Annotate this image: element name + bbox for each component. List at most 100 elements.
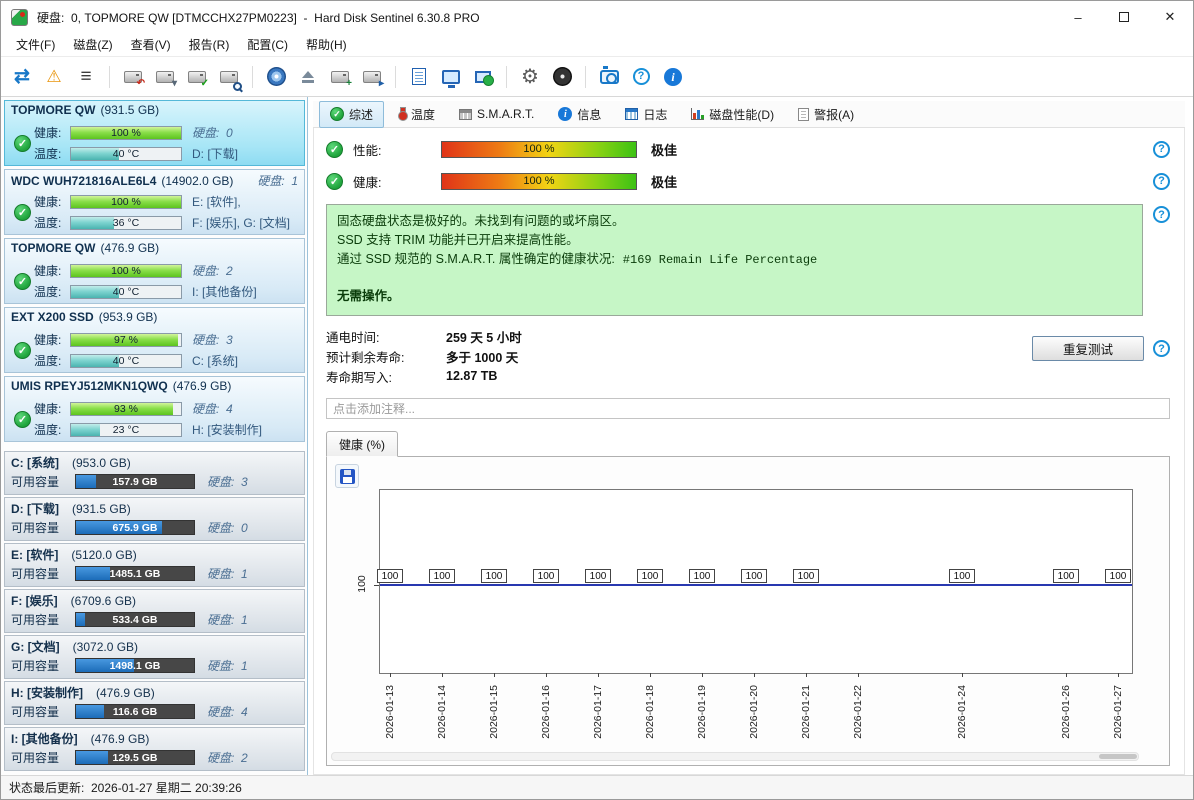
partition-size: (3072.0 GB) — [73, 640, 138, 654]
disk-list-item[interactable]: EXT X200 SSD (953.9 GB) ✓ 健康: — [4, 307, 305, 373]
screenshot-button[interactable] — [594, 62, 624, 92]
main-tab[interactable]: S.M.A.R.T. — [448, 102, 545, 126]
performance-value: 100 % — [442, 142, 636, 157]
toolbar: ⇄ ⚠ ≡ ↶ ▾ — [1, 57, 1193, 97]
toolbar-icon-badge: ✓ — [201, 79, 209, 89]
retest-button[interactable]: 重复测试 — [1032, 336, 1144, 361]
partition-list-item[interactable]: H: [安装制作] (476.9 GB) 可用容量 116.6 GB 硬盘: 4 — [4, 681, 305, 725]
data-point-label: 100 — [689, 569, 715, 583]
menu-item[interactable]: 报告(R) — [180, 33, 239, 56]
partition-disk-number: 硬盘: 0 — [207, 519, 248, 536]
tab-label: S.M.A.R.T. — [477, 107, 534, 121]
disk-extra-top: 硬盘: 2 — [192, 262, 233, 279]
minimize-button[interactable]: – — [1055, 1, 1101, 33]
status-warning-button[interactable]: ⚠ — [39, 62, 69, 92]
disk-name: TOPMORE QW — [11, 103, 95, 117]
temperature-bar: 40 °C — [70, 147, 182, 161]
disk-list-item[interactable]: WDC WUH721816ALE6L4 (14902.0 GB) 硬盘: 1 ✓… — [4, 169, 305, 235]
disk-verify-button[interactable]: ✓ — [182, 62, 212, 92]
scrollbar-thumb[interactable] — [1099, 754, 1137, 759]
main-tab[interactable]: 警报(A) — [787, 101, 865, 128]
partition-list-item[interactable]: G: [文档] (3072.0 GB) 可用容量 1498.1 GB 硬盘: 1 — [4, 635, 305, 679]
health-label: 健康: — [353, 172, 441, 191]
menu-item[interactable]: 查看(V) — [122, 33, 180, 56]
settings-button[interactable]: ⚙ — [515, 62, 545, 92]
health-bar: 100 % — [70, 264, 182, 278]
free-space-bar: 116.6 GB — [75, 704, 195, 719]
partition-list-item[interactable]: I: [其他备份] (476.9 GB) 可用容量 129.5 GB 硬盘: 2 — [4, 727, 305, 771]
disk-list-item[interactable]: UMIS RPEYJ512MKN1QWQ (476.9 GB) ✓ 健康: — [4, 376, 305, 442]
disk-ok-icon: ✓ — [14, 135, 31, 152]
disk-remove-button[interactable]: ↶ — [118, 62, 148, 92]
toolbar-icon-glyph: ⚠ — [46, 68, 61, 85]
report-button[interactable] — [404, 62, 434, 92]
temp-value: 40 °C — [71, 355, 181, 367]
help-icon[interactable]: ? — [1153, 141, 1170, 158]
data-point-label: 100 — [1053, 569, 1079, 583]
partition-list-item[interactable]: C: [系统] (953.0 GB) 可用容量 157.9 GB 硬盘: 3 — [4, 451, 305, 495]
free-space-bar: 675.9 GB — [75, 520, 195, 535]
menu-item[interactable]: 磁盘(Z) — [64, 33, 121, 56]
toolbar-icon-glyph: ⚙ — [521, 67, 539, 87]
disk-hardware-button[interactable]: ▸ — [357, 62, 387, 92]
help-icon[interactable]: ? — [1153, 206, 1170, 223]
health-bar: 100 % — [70, 126, 182, 140]
close-button[interactable]: ✕ — [1147, 1, 1193, 33]
health-history-panel: 1001002026-01-131002026-01-141002026-01-… — [326, 456, 1170, 766]
stat-row: 寿命期写入: 12.87 TB — [326, 366, 1032, 386]
partition-list-item[interactable]: E: [软件] (5120.0 GB) 可用容量 1485.1 GB 硬盘: 1 — [4, 543, 305, 587]
data-point-label: 100 — [533, 569, 559, 583]
disk-details-button[interactable]: ≡ — [71, 62, 101, 92]
performance-label: 性能: — [353, 140, 441, 159]
status-text-box: 固态硬盘状态是极好的。未找到有问题的或坏扇区。 SSD 支持 TRIM 功能并已… — [326, 204, 1143, 316]
menubar: 文件(F) 磁盘(Z) 查看(V) 报告(R) 配置(C) 帮助(H) — [1, 33, 1193, 57]
toolbar-icon-badge: + — [346, 79, 352, 89]
app-icon — [11, 9, 28, 26]
menu-item[interactable]: 配置(C) — [238, 33, 297, 56]
menu-item[interactable]: 帮助(H) — [297, 33, 356, 56]
main-tab[interactable]: 信息 — [547, 101, 612, 128]
menu-item[interactable]: 文件(F) — [7, 33, 64, 56]
free-space-value: 675.9 GB — [76, 521, 194, 534]
burn-cd-button[interactable] — [261, 62, 291, 92]
partition-disk-number: 硬盘: 1 — [207, 611, 248, 628]
save-chart-button[interactable] — [335, 464, 359, 488]
refresh-button[interactable]: ⇄ — [7, 62, 37, 92]
help-button[interactable]: ? — [626, 62, 656, 92]
free-space-label: 可用容量 — [11, 703, 75, 720]
free-space-label: 可用容量 — [11, 473, 75, 490]
help-icon[interactable]: ? — [1153, 173, 1170, 190]
free-space-value: 1498.1 GB — [76, 659, 194, 672]
temp-label: 温度: — [34, 283, 70, 300]
disk-analyze-button[interactable] — [214, 62, 244, 92]
eject-tray-button[interactable] — [293, 62, 323, 92]
disk-list-item[interactable]: TOPMORE QW (476.9 GB) ✓ 健康: — [4, 238, 305, 304]
dark-disc-button[interactable] — [547, 62, 577, 92]
maximize-button[interactable] — [1101, 1, 1147, 33]
main-tab[interactable]: 日志 — [614, 101, 678, 128]
network-status-button[interactable] — [468, 62, 498, 92]
help-icon[interactable]: ? — [1153, 340, 1170, 357]
chart-horizontal-scrollbar[interactable] — [331, 752, 1139, 761]
partition-list-item[interactable]: D: [下载] (931.5 GB) 可用容量 675.9 GB 硬盘: 0 — [4, 497, 305, 541]
tab-label: 日志 — [643, 106, 667, 123]
monitor-button[interactable] — [436, 62, 466, 92]
data-point-label: 100 — [741, 569, 767, 583]
disk-list-item[interactable]: TOPMORE QW (931.5 GB) ✓ 健康: — [4, 100, 305, 166]
data-point-label: 100 — [949, 569, 975, 583]
info-button[interactable]: i — [658, 62, 688, 92]
health-chart-tab[interactable]: 健康 (%) — [326, 431, 398, 457]
main-tab[interactable]: 磁盘性能(D) — [680, 101, 785, 128]
stat-value: 多于 1000 天 — [446, 347, 518, 366]
disk-size: (476.9 GB) — [100, 241, 159, 255]
disk-extra-top: 硬盘: 4 — [192, 400, 233, 417]
tab-icon — [625, 108, 638, 120]
main-tab[interactable]: 综述 — [319, 101, 384, 128]
comment-input[interactable] — [326, 398, 1170, 419]
disk-repair-button[interactable]: ▾ — [150, 62, 180, 92]
disk-extra-top: E: [软件], — [192, 193, 241, 210]
partition-list-item[interactable]: F: [娱乐] (6709.6 GB) 可用容量 533.4 GB 硬盘: 1 — [4, 589, 305, 633]
temperature-bar: 40 °C — [70, 354, 182, 368]
main-tab[interactable]: 温度 — [386, 101, 446, 128]
disk-copy-button[interactable]: + — [325, 62, 355, 92]
